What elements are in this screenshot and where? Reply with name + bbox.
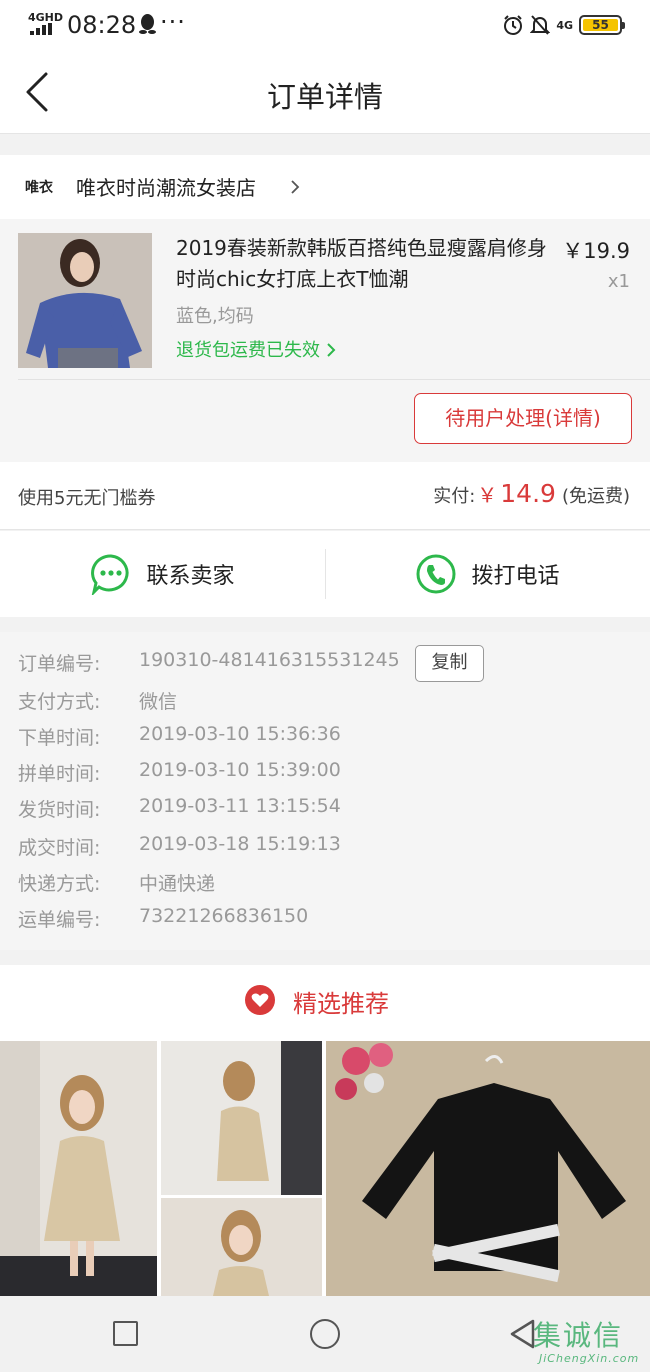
product-price: ￥19.9 bbox=[562, 239, 630, 263]
info-label: 运单编号: bbox=[18, 909, 101, 931]
qq-penguin-icon bbox=[139, 14, 156, 34]
paid-amount: 14.9 bbox=[500, 479, 556, 508]
info-label: 快递方式: bbox=[18, 873, 101, 895]
dress-photo-illustration bbox=[161, 1041, 322, 1195]
info-label: 订单编号: bbox=[18, 653, 101, 675]
pending-details-button[interactable]: 待用户处理(详情) bbox=[414, 393, 632, 444]
coupon-text: 使用5元无门槛券 bbox=[18, 488, 156, 509]
watermark-sub: JiChengXin.com bbox=[539, 1352, 640, 1365]
battery-icon: 55 bbox=[579, 15, 625, 35]
call-phone-button[interactable]: 拨打电话 bbox=[325, 531, 650, 617]
network-4g: 4G bbox=[556, 18, 573, 32]
contact-seller-label: 联系卖家 bbox=[146, 564, 235, 589]
triangle-back-icon[interactable] bbox=[508, 1318, 536, 1350]
shop-logo: 唯衣 bbox=[25, 180, 53, 196]
contact-seller-button[interactable]: 联系卖家 bbox=[0, 531, 325, 617]
payment-row: 使用5元无门槛券 实付: ￥ 14.9 (免运费) bbox=[0, 462, 650, 530]
recommend-item-image[interactable] bbox=[161, 1041, 322, 1195]
recommend-item-image[interactable] bbox=[0, 1041, 157, 1296]
phone-icon bbox=[416, 554, 456, 594]
info-label: 发货时间: bbox=[18, 799, 101, 821]
info-label: 支付方式: bbox=[18, 691, 101, 713]
battery-level: 55 bbox=[583, 19, 618, 31]
shipping-note: (免运费) bbox=[561, 486, 630, 507]
divider bbox=[18, 379, 650, 380]
product-block: 2019春装新款韩版百搭纯色显瘦露肩修身时尚chic女打底上衣T恤潮 ￥19.9… bbox=[0, 219, 650, 462]
paid-label: 实付: bbox=[433, 486, 476, 507]
info-value: 2019-03-11 13:15:54 bbox=[139, 795, 341, 817]
more-notifications-icon: ··· bbox=[160, 8, 186, 36]
tracking-number[interactable]: 73221266836150 bbox=[139, 905, 308, 927]
watermark-logo: 集诚信 JiChengXin.com bbox=[533, 1314, 650, 1366]
info-value: 2019-03-18 15:19:13 bbox=[139, 833, 341, 855]
circle-icon[interactable] bbox=[310, 1319, 340, 1349]
shop-name: 唯衣时尚潮流女装店 bbox=[76, 176, 256, 200]
product-name[interactable]: 2019春装新款韩版百搭纯色显瘦露肩修身时尚chic女打底上衣T恤潮 bbox=[176, 233, 556, 295]
return-shipping-text: 退货包运费已失效 bbox=[176, 340, 320, 361]
chevron-right-icon bbox=[291, 180, 300, 194]
info-label: 下单时间: bbox=[18, 727, 101, 749]
network-type: 4GHD bbox=[28, 11, 64, 24]
status-time: 08:28 bbox=[67, 11, 137, 39]
info-label: 拼单时间: bbox=[18, 763, 101, 785]
info-value: 2019-03-10 15:36:36 bbox=[139, 723, 341, 745]
dress-photo-illustration bbox=[161, 1198, 322, 1296]
copy-button[interactable]: 复制 bbox=[415, 645, 484, 682]
watermark-main: 集诚信 bbox=[533, 1319, 624, 1352]
black-top-photo-illustration bbox=[326, 1041, 650, 1296]
contact-row: 联系卖家 拨打电话 bbox=[0, 531, 650, 617]
recommend-grid bbox=[0, 1041, 650, 1296]
info-label: 成交时间: bbox=[18, 837, 101, 859]
page-title: 订单详情 bbox=[266, 80, 383, 114]
shop-row[interactable]: 唯衣 唯衣时尚潮流女装店 bbox=[0, 155, 650, 219]
system-nav-bar: 集诚信 JiChengXin.com bbox=[0, 1296, 650, 1372]
info-value: 2019-03-10 15:39:00 bbox=[139, 759, 341, 781]
paid-summary: 实付: ￥ 14.9 (免运费) bbox=[433, 479, 630, 508]
info-value: 中通快递 bbox=[139, 873, 216, 895]
mute-icon bbox=[530, 15, 551, 35]
call-phone-label: 拨打电话 bbox=[471, 564, 560, 589]
nav-bar: 订单详情 bbox=[0, 50, 650, 134]
alarm-icon bbox=[504, 15, 523, 35]
chevron-right-icon bbox=[327, 343, 336, 357]
recommend-title: 精选推荐 bbox=[293, 990, 389, 1018]
recommend-header: 精选推荐 bbox=[0, 965, 650, 1041]
product-quantity: x1 bbox=[607, 271, 630, 292]
order-number[interactable]: 190310-481416315531245 bbox=[139, 649, 400, 671]
product-photo-illustration bbox=[18, 233, 152, 368]
chat-bubble-icon bbox=[91, 554, 130, 595]
recommend-item-image[interactable] bbox=[326, 1041, 650, 1296]
signal-icon bbox=[30, 23, 52, 35]
order-info: 订单编号: 190310-481416315531245 复制 支付方式: 微信… bbox=[0, 632, 650, 950]
recommend-item-image[interactable] bbox=[161, 1198, 322, 1296]
info-value: 微信 bbox=[139, 691, 178, 713]
return-shipping-link[interactable]: 退货包运费已失效 bbox=[176, 336, 336, 362]
status-bar: 4GHD 08:28 ··· 4G 55 bbox=[0, 0, 650, 50]
product-spec: 蓝色,均码 bbox=[176, 306, 254, 327]
heart-badge-icon bbox=[245, 985, 275, 1015]
status-right-group: 4G 55 bbox=[502, 12, 625, 38]
dress-photo-illustration bbox=[0, 1041, 157, 1296]
square-icon[interactable] bbox=[113, 1321, 138, 1346]
currency-symbol: ￥ bbox=[477, 483, 498, 507]
product-image[interactable] bbox=[18, 233, 152, 368]
